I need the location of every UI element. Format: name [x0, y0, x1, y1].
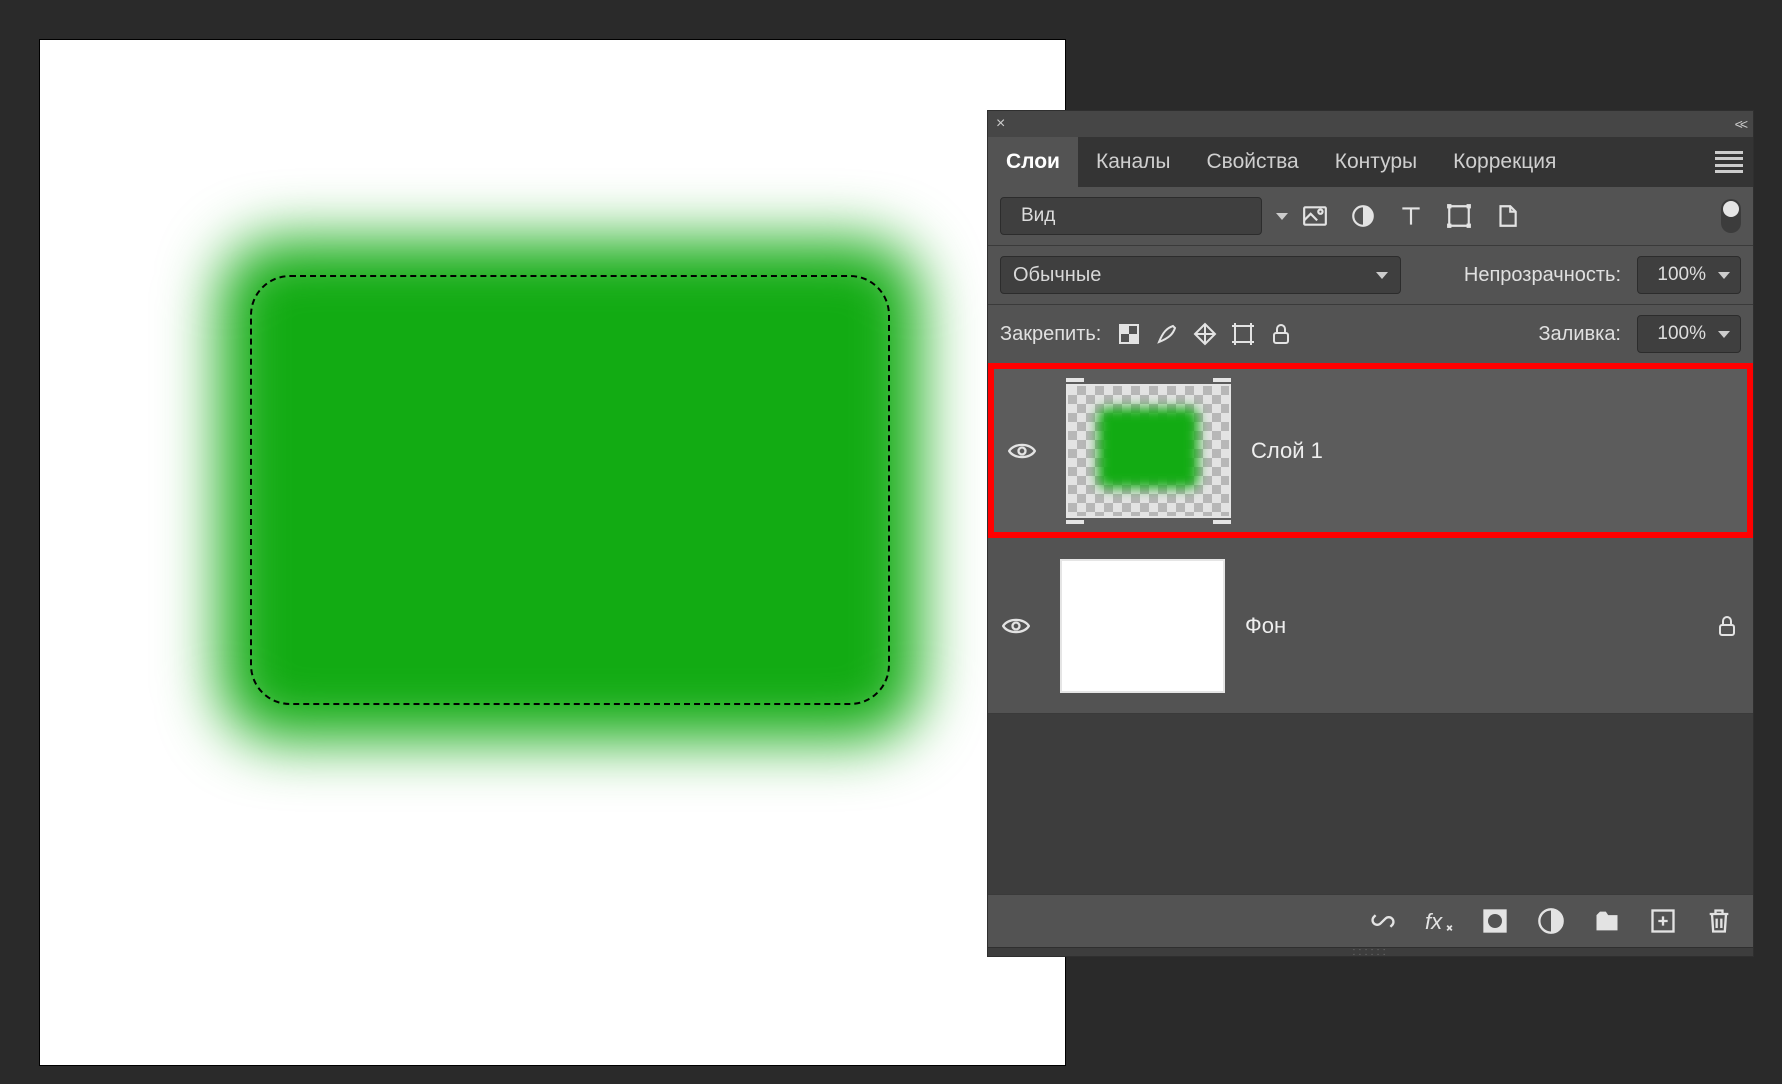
chevron-down-icon[interactable]: [1276, 213, 1288, 220]
chevron-down-icon[interactable]: [1718, 272, 1730, 279]
panel-titlebar: × <<: [988, 111, 1753, 137]
layer-name[interactable]: Слой 1: [1251, 438, 1323, 464]
selection-marquee: [250, 275, 890, 705]
lock-row: Закрепить: Заливка:: [988, 304, 1753, 363]
lock-paint-icon[interactable]: [1155, 322, 1179, 346]
group-icon[interactable]: [1593, 907, 1621, 935]
kind-search-input[interactable]: [1019, 204, 1268, 228]
fill-label: Заливка:: [1538, 323, 1621, 346]
fill-value[interactable]: [1648, 322, 1708, 346]
filter-smart-icon[interactable]: [1494, 203, 1520, 229]
chevron-down-icon[interactable]: [1718, 331, 1730, 338]
blend-row: Обычные Непрозрачность:: [988, 245, 1753, 304]
lock-position-icon[interactable]: [1193, 322, 1217, 346]
new-layer-icon[interactable]: [1649, 907, 1677, 935]
filter-toggle[interactable]: [1721, 199, 1741, 233]
trash-icon[interactable]: [1705, 907, 1733, 935]
tab-layers[interactable]: Слои: [988, 137, 1078, 187]
lock-all-icon[interactable]: [1269, 322, 1293, 346]
filter-shape-icon[interactable]: [1446, 203, 1472, 229]
panel-tabs: Слои Каналы Свойства Контуры Коррекция: [988, 137, 1753, 187]
chevron-down-icon[interactable]: [1376, 272, 1388, 279]
layer-thumbnail[interactable]: [1060, 559, 1225, 693]
svg-text:fx: fx: [1425, 909, 1443, 934]
layer-list: Слой 1 Фон: [988, 363, 1753, 894]
layer-thumbnail[interactable]: [1066, 384, 1231, 518]
layer-list-empty-area[interactable]: [988, 714, 1753, 894]
opacity-value[interactable]: [1648, 263, 1708, 287]
filter-icons: [1302, 203, 1520, 229]
opacity-label: Непрозрачность:: [1464, 264, 1621, 287]
opacity-input[interactable]: [1637, 256, 1741, 294]
tab-paths[interactable]: Контуры: [1317, 137, 1435, 187]
mask-icon[interactable]: [1481, 907, 1509, 935]
fx-icon[interactable]: fx: [1425, 907, 1453, 935]
layer-row-background[interactable]: Фон: [988, 538, 1753, 714]
document-canvas[interactable]: [40, 40, 1065, 1065]
filter-row: [988, 187, 1753, 245]
lock-artboard-icon[interactable]: [1231, 322, 1255, 346]
close-icon[interactable]: ×: [996, 116, 1005, 132]
lock-transparent-icon[interactable]: [1117, 322, 1141, 346]
fill-input[interactable]: [1637, 315, 1741, 353]
lock-label: Закрепить:: [1000, 323, 1101, 346]
tab-adjustments[interactable]: Коррекция: [1435, 137, 1574, 187]
filter-pixel-icon[interactable]: [1302, 203, 1328, 229]
layer-kind-search[interactable]: [1000, 197, 1262, 235]
panel-footer: fx: [988, 894, 1753, 947]
adjustment-layer-icon[interactable]: [1537, 907, 1565, 935]
layer-row-layer1[interactable]: Слой 1: [988, 363, 1753, 538]
tab-channels[interactable]: Каналы: [1078, 137, 1189, 187]
tab-properties[interactable]: Свойства: [1189, 137, 1317, 187]
link-layers-icon[interactable]: [1369, 907, 1397, 935]
layers-panel: × << Слои Каналы Свойства Контуры Коррек…: [987, 110, 1754, 957]
blend-mode-select[interactable]: Обычные: [1000, 256, 1401, 294]
lock-icons: [1117, 322, 1293, 346]
lock-icon[interactable]: [1715, 614, 1739, 638]
panel-resize-grip[interactable]: [988, 947, 1753, 956]
panel-menu-icon[interactable]: [1715, 151, 1743, 173]
visibility-icon[interactable]: [1008, 441, 1036, 461]
filter-adjust-icon[interactable]: [1350, 203, 1376, 229]
blend-mode-value: Обычные: [1013, 264, 1101, 287]
filter-type-icon[interactable]: [1398, 203, 1424, 229]
collapse-icon[interactable]: <<: [1735, 116, 1745, 132]
layer-name[interactable]: Фон: [1245, 613, 1286, 639]
visibility-icon[interactable]: [1002, 616, 1030, 636]
